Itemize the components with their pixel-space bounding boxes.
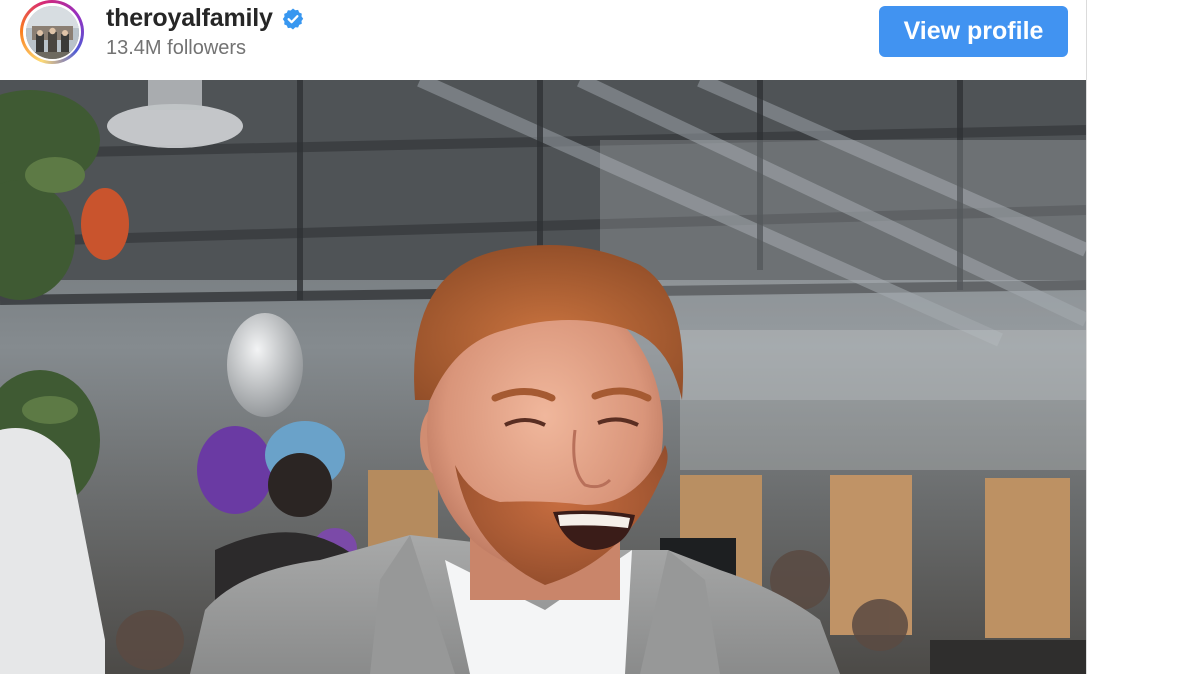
username-row: theroyalfamily: [106, 4, 305, 33]
avatar-story-ring[interactable]: [20, 0, 84, 64]
followers-count: 13.4M followers: [106, 37, 247, 59]
avatar-image: [25, 5, 79, 59]
post-photo[interactable]: [0, 80, 1086, 674]
embed-border: [1086, 0, 1087, 674]
view-profile-button[interactable]: View profile: [879, 6, 1068, 57]
post-header: theroyalfamily 13.4M followers View prof…: [0, 0, 1086, 80]
post-image: [0, 80, 1086, 674]
avatar[interactable]: [25, 5, 79, 59]
instagram-embed: theroyalfamily 13.4M followers View prof…: [0, 0, 1086, 674]
verified-badge-icon: [281, 7, 305, 31]
username-link[interactable]: theroyalfamily: [106, 4, 273, 33]
